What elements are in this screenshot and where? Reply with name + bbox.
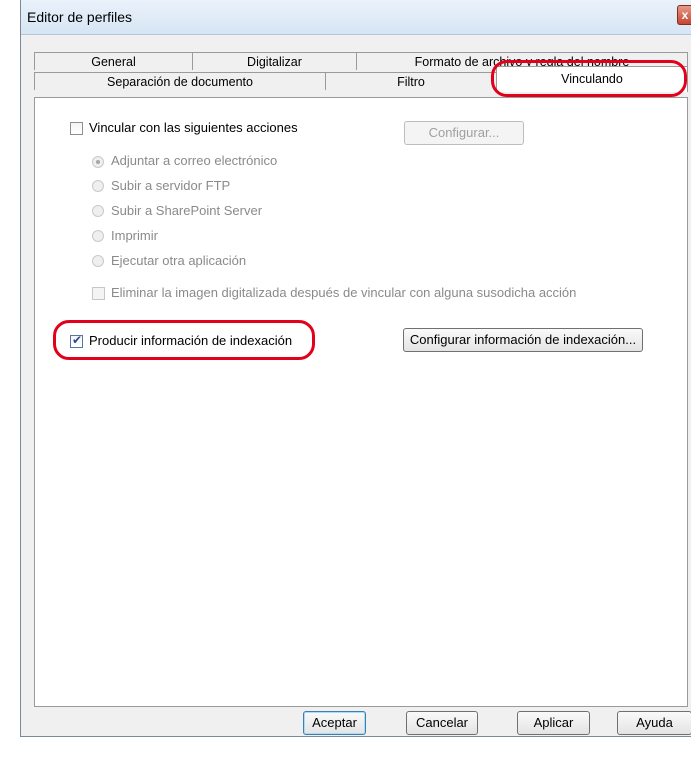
tab-vinculando[interactable]: Vinculando xyxy=(496,66,688,92)
delete-image-label: Eliminar la imagen digitalizada después … xyxy=(111,285,577,300)
tab-filtro[interactable]: Filtro xyxy=(325,72,497,90)
radio-sharepoint-label: Subir a SharePoint Server xyxy=(111,203,263,218)
accept-button[interactable]: Aceptar xyxy=(303,711,366,735)
index-info-checkbox[interactable] xyxy=(70,333,83,348)
radio-email[interactable] xyxy=(92,156,104,168)
radio-ftp[interactable] xyxy=(92,180,104,192)
tab-general[interactable]: General xyxy=(34,52,193,70)
cancel-button[interactable]: Cancelar xyxy=(406,711,478,735)
radio-print-label: Imprimir xyxy=(111,228,158,243)
configure-button[interactable]: Configurar... xyxy=(404,121,524,145)
delete-image-checkbox[interactable] xyxy=(92,287,105,300)
window-title: Editor de perfiles xyxy=(27,9,133,25)
apply-button[interactable]: Aplicar xyxy=(517,711,590,735)
link-actions-label: Vincular con las siguientes acciones xyxy=(89,120,298,135)
radio-run-app[interactable] xyxy=(92,255,104,267)
radio-run-app-label: Ejecutar otra aplicación xyxy=(111,253,247,268)
title-bar: Editor de perfiles x xyxy=(21,0,691,35)
radio-print[interactable] xyxy=(92,230,104,242)
help-button[interactable]: Ayuda xyxy=(617,711,691,735)
close-button[interactable]: x xyxy=(677,5,691,25)
vinculando-panel: Vincular con las siguientes acciones Con… xyxy=(34,97,688,707)
tab-digitalizar[interactable]: Digitalizar xyxy=(192,52,357,70)
index-info-label: Producir información de indexación xyxy=(89,333,293,348)
tab-separacion-documento[interactable]: Separación de documento xyxy=(34,72,326,90)
radio-email-label: Adjuntar a correo electrónico xyxy=(111,153,278,168)
radio-ftp-label: Subir a servidor FTP xyxy=(111,178,231,193)
link-actions-checkbox[interactable] xyxy=(70,122,83,135)
profile-editor-window: Editor de perfiles x General Digitalizar… xyxy=(20,0,691,737)
configure-index-button[interactable]: Configurar información de indexación... xyxy=(403,328,643,352)
radio-sharepoint[interactable] xyxy=(92,205,104,217)
